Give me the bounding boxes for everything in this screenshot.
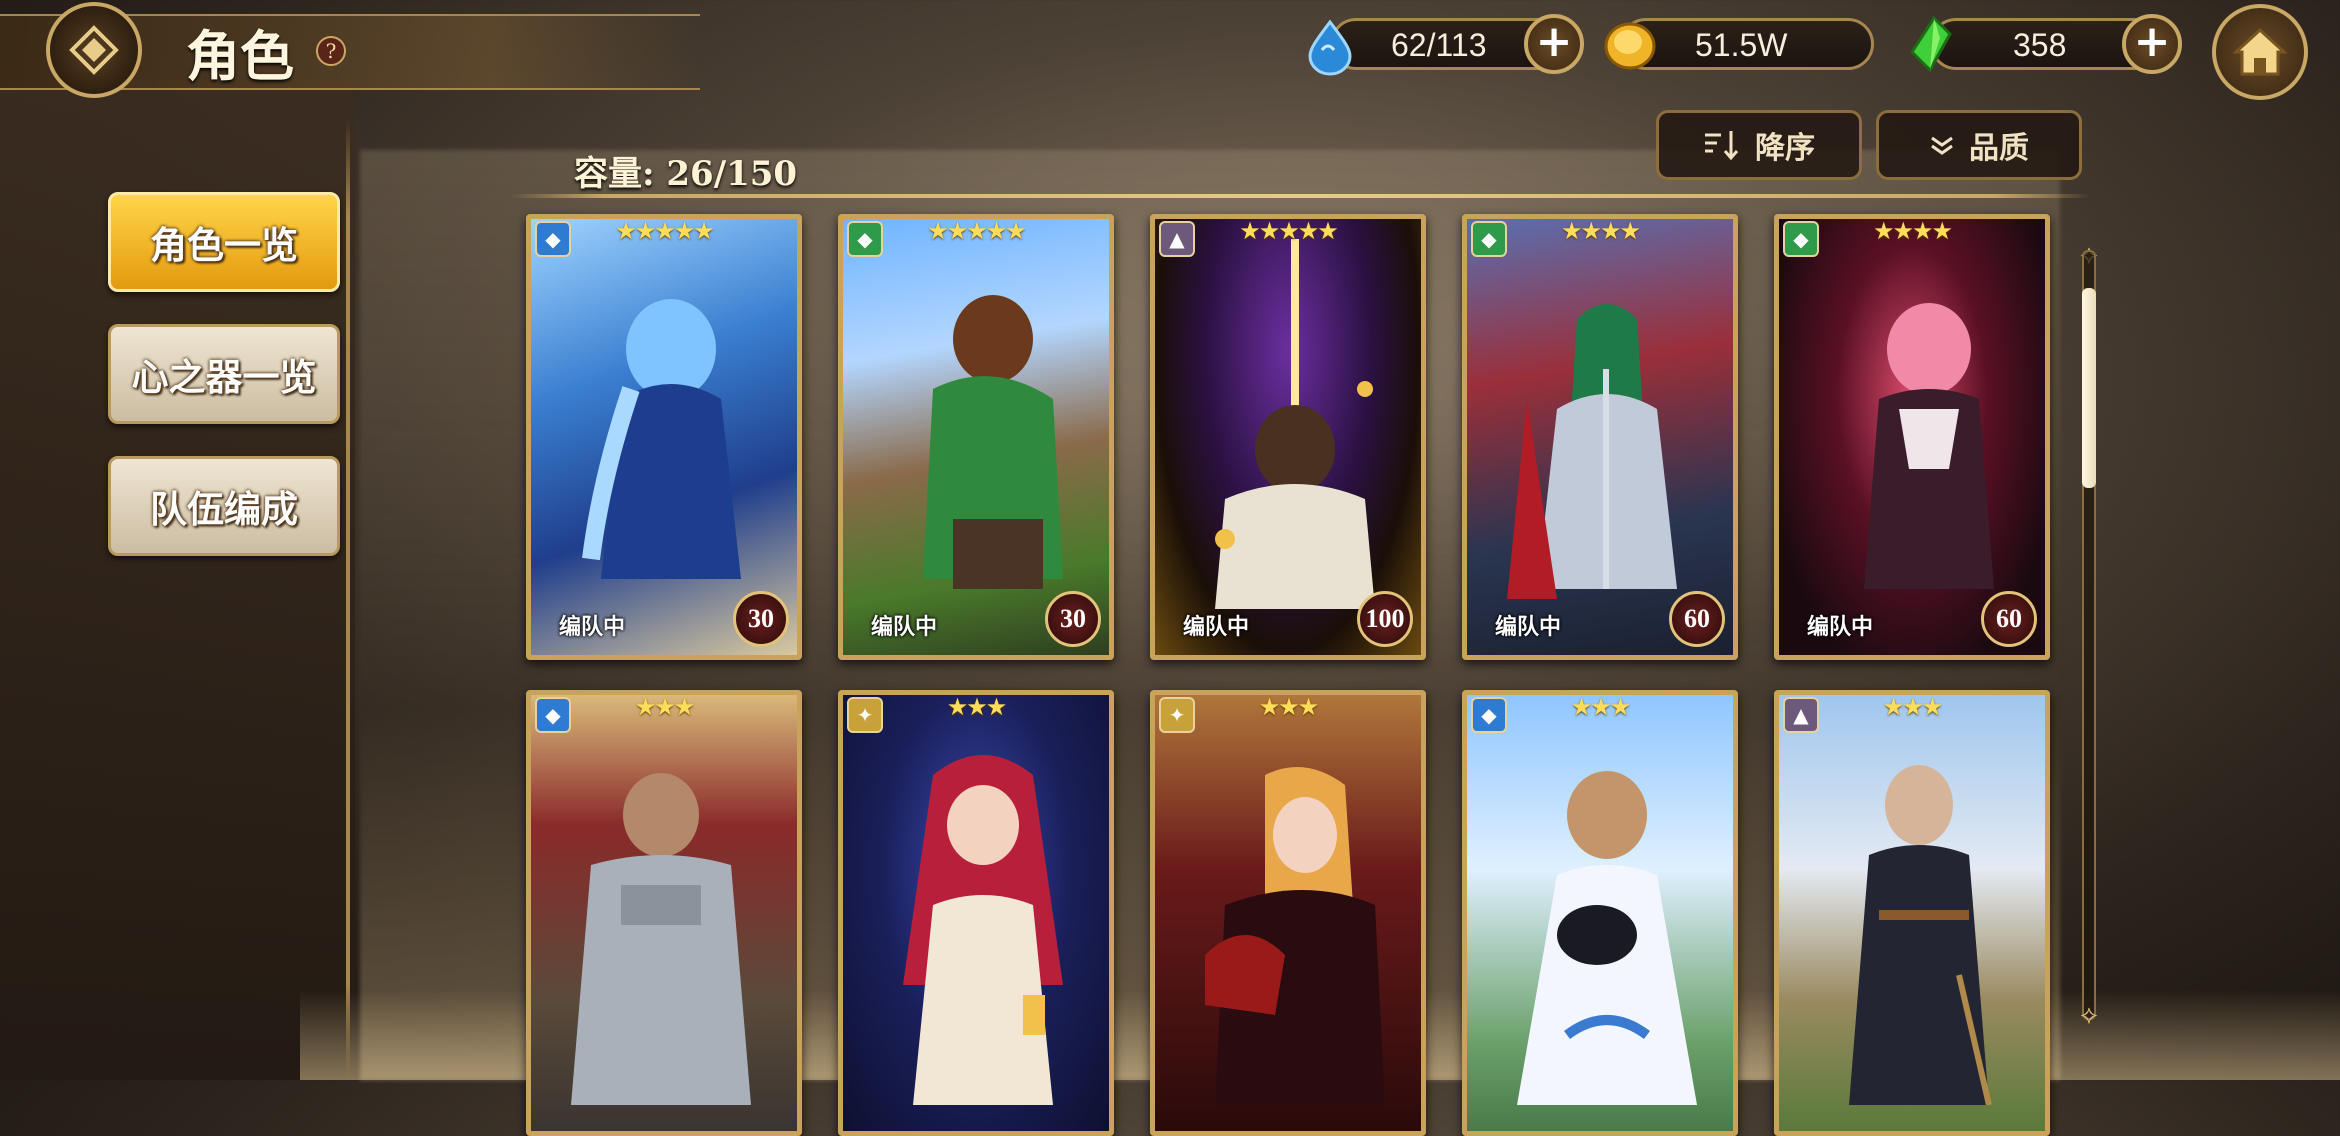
- team-status: 编队中: [1183, 614, 1250, 640]
- scroll-down-icon[interactable]: ⟡: [2074, 1000, 2104, 1030]
- character-silhouette: [1849, 765, 1992, 1105]
- add-gem-button[interactable]: +: [2122, 14, 2182, 74]
- team-status: 编队中: [559, 614, 626, 640]
- character-card[interactable]: ▲ ★★★★★ 编队中 100: [1150, 214, 1426, 660]
- star-rating: ★★★★: [1560, 217, 1641, 245]
- quality-filter-button[interactable]: 品质: [1876, 110, 2082, 180]
- character-silhouette: [923, 295, 1063, 589]
- sidebar-item-heart-device-list[interactable]: 心之器一览: [108, 324, 340, 424]
- character-card[interactable]: ◆ ★★★★ 编队中 60: [1462, 214, 1738, 660]
- team-status: 编队中: [1807, 614, 1874, 640]
- star-rating: ★★★: [634, 693, 696, 721]
- star-rating: ★★★: [1882, 693, 1944, 721]
- character-card[interactable]: ◆ ★★★: [526, 690, 802, 1136]
- star-rating: ★★★★★: [615, 217, 715, 245]
- water-drop-icon: [1308, 19, 1352, 76]
- character-silhouette: [1864, 303, 1994, 589]
- team-status: 编队中: [871, 614, 938, 640]
- character-card[interactable]: ◆ ★★★: [1462, 690, 1738, 1136]
- character-card[interactable]: ✦ ★★★: [838, 690, 1114, 1136]
- sort-label: 降序: [1755, 131, 1815, 166]
- add-stamina-button[interactable]: +: [1524, 14, 1584, 74]
- help-icon[interactable]: ?: [316, 36, 346, 66]
- character-silhouette: [1205, 767, 1385, 1105]
- scrollbar-thumb[interactable]: [2082, 288, 2096, 488]
- star-rating: ★★★: [1570, 693, 1632, 721]
- capacity-label: 容量: 26/150: [574, 154, 798, 194]
- level-badge: 30: [1045, 591, 1101, 647]
- level-badge: 100: [1357, 591, 1413, 647]
- character-silhouette: [1507, 304, 1677, 599]
- sort-order-button[interactable]: 降序: [1656, 110, 1862, 180]
- home-icon: [2232, 27, 2288, 76]
- sidebar-item-team-formation[interactable]: 队伍编成: [108, 456, 340, 556]
- character-card[interactable]: ◆ ★★★★★ 编队中 30: [838, 214, 1114, 660]
- sidebar-item-label: 队伍编成: [150, 487, 298, 531]
- back-button[interactable]: [46, 2, 142, 98]
- level-badge: 60: [1981, 591, 2037, 647]
- gold-divider: [510, 194, 2090, 198]
- filter-label: 品质: [1969, 131, 2029, 166]
- character-silhouette: [1517, 771, 1697, 1105]
- team-status: 编队中: [1495, 614, 1562, 640]
- character-card[interactable]: ✦ ★★★: [1150, 690, 1426, 1136]
- star-rating: ★★★: [1258, 693, 1320, 721]
- character-card[interactable]: ▲ ★★★: [1774, 690, 2050, 1136]
- gem-value: 358: [2013, 27, 2067, 63]
- sidebar-item-label: 角色一览: [150, 223, 298, 267]
- chevron-down-icon: [1931, 136, 1953, 155]
- level-badge: 60: [1669, 591, 1725, 647]
- level-badge: 30: [733, 591, 789, 647]
- page-title: 角色: [186, 24, 294, 88]
- gold-value: 51.5W: [1695, 27, 1788, 63]
- star-rating: ★★★★: [1872, 217, 1953, 245]
- sort-icon: [1705, 131, 1739, 161]
- sidebar-item-character-list[interactable]: 角色一览: [108, 192, 340, 292]
- star-rating: ★★★★★: [927, 217, 1027, 245]
- sidebar-divider: [346, 120, 350, 1080]
- gold-coin-icon: [1604, 22, 1656, 70]
- green-crystal-icon: [1910, 15, 1952, 73]
- home-button[interactable]: [2212, 4, 2308, 100]
- stamina-value: 62/113: [1391, 27, 1487, 63]
- character-silhouette: [571, 773, 751, 1105]
- diamond-back-icon: [69, 25, 119, 75]
- star-rating: ★★★: [946, 693, 1008, 721]
- character-silhouette: [1215, 239, 1375, 609]
- character-card[interactable]: ◆ ★★★★ 编队中 60: [1774, 214, 2050, 660]
- sidebar-item-label: 心之器一览: [131, 355, 317, 399]
- character-silhouette: [582, 299, 741, 579]
- character-card[interactable]: ◆ ★★★★★ 编队中 30: [526, 214, 802, 660]
- star-rating: ★★★★★: [1239, 217, 1339, 245]
- character-silhouette: [903, 755, 1063, 1105]
